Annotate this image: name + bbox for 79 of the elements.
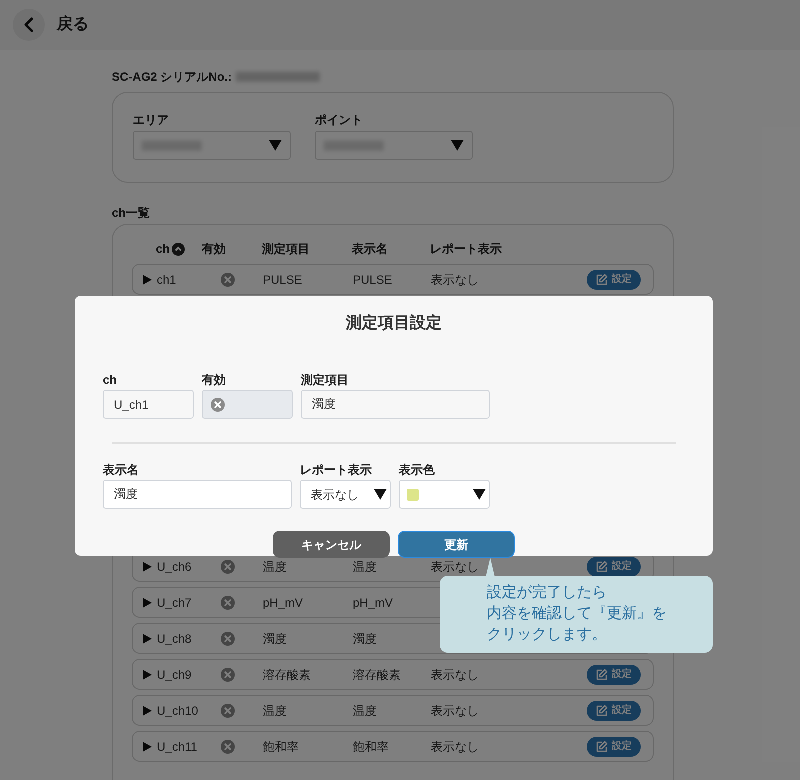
table-cell-text: ch1: [157, 272, 176, 288]
serial-label: SC-AG2 シリアルNo.:: [112, 69, 232, 86]
table-cell: pH_mV: [263, 596, 304, 610]
table-cell-text: U_ch11: [157, 738, 198, 756]
edit-icon: [596, 740, 608, 752]
field-label: 表示名: [103, 462, 140, 479]
channel-row[interactable]: U_ch9 溶存酸素 溶存酸素 表示なし 設定: [132, 659, 654, 690]
caret-icon: [451, 140, 464, 151]
table-cell: PULSE: [263, 272, 302, 286]
expand-arrow-icon[interactable]: [143, 562, 152, 572]
channel-row[interactable]: U_ch11 飽和率 飽和率 表示なし 設定: [132, 731, 654, 762]
filter-label: エリア: [133, 112, 170, 129]
settings-button[interactable]: 設定: [587, 270, 641, 290]
table-cell: 飽和率: [353, 740, 389, 754]
back-button[interactable]: [13, 9, 45, 41]
settings-button[interactable]: 設定: [587, 664, 641, 684]
column-header[interactable]: ch: [156, 240, 170, 258]
field-label: 有効: [202, 372, 227, 389]
column-header: 測定項目: [262, 242, 310, 256]
table-cell: 表示なし: [431, 740, 479, 754]
sort-up-icon[interactable]: [172, 242, 186, 256]
table-cell-text: U_ch7: [157, 594, 192, 612]
input-field[interactable]: 濁度: [103, 480, 292, 509]
caret-icon: [473, 489, 486, 500]
filter-label: ポイント: [315, 112, 364, 129]
table-cell: 溶存酸素: [263, 668, 311, 682]
table-cell: 濁度: [353, 632, 377, 646]
table-cell: pH_mV: [353, 596, 394, 610]
table-cell-text: U_ch10: [157, 702, 198, 720]
expand-arrow-icon[interactable]: [143, 670, 152, 680]
color-select[interactable]: [399, 480, 490, 509]
list-title: ch一覧: [112, 205, 152, 222]
table-cell: 温度: [263, 704, 287, 718]
edit-icon: [596, 704, 608, 716]
settings-button[interactable]: 設定: [587, 700, 641, 720]
settings-button[interactable]: 設定: [587, 556, 641, 576]
cancel-button[interactable]: キャンセル: [273, 531, 390, 558]
field-label: 表示色: [399, 462, 436, 479]
chevron-left-icon: [24, 17, 34, 33]
table-cell: 表示なし: [431, 272, 479, 286]
input-field[interactable]: U_ch1: [103, 390, 194, 419]
table-cell: 表示なし: [431, 704, 479, 718]
column-header: 有効: [202, 242, 226, 256]
table-cell: 温度: [353, 560, 377, 574]
table-cell-text: U_ch6: [157, 558, 192, 576]
channel-row[interactable]: ch1 PULSE PULSE 表示なし 設定: [132, 264, 654, 295]
update-button[interactable]: 更新: [398, 531, 515, 558]
expand-arrow-icon[interactable]: [143, 598, 152, 608]
column-header: 表示名: [352, 242, 388, 256]
edit-icon: [596, 560, 608, 572]
field-label: ch: [103, 372, 118, 389]
field-label: レポート表示: [300, 462, 373, 479]
back-label[interactable]: 戻る: [57, 13, 89, 37]
table-cell: 表示なし: [431, 560, 479, 574]
table-cell: 飽和率: [263, 740, 299, 754]
settings-button[interactable]: 設定: [587, 736, 641, 756]
table-cell: 温度: [263, 560, 287, 574]
input-field[interactable]: 濁度: [301, 390, 490, 419]
column-header: レポート表示: [430, 242, 502, 256]
callout-line: クリックします。: [487, 625, 608, 645]
table-cell: 温度: [353, 704, 377, 718]
edit-icon: [596, 668, 608, 680]
table-cell-text: U_ch9: [157, 666, 192, 684]
table-cell-text: U_ch8: [157, 630, 192, 648]
table-cell: PULSE: [353, 272, 392, 286]
expand-arrow-icon[interactable]: [143, 706, 152, 716]
table-cell: 表示なし: [431, 668, 479, 682]
edit-icon: [596, 274, 608, 286]
field-label: 測定項目: [301, 372, 350, 389]
caret-icon: [374, 489, 387, 500]
expand-arrow-icon[interactable]: [143, 742, 152, 752]
table-cell: 溶存酸素: [353, 668, 401, 682]
expand-arrow-icon[interactable]: [143, 274, 152, 284]
report-select[interactable]: 表示なし: [300, 480, 391, 509]
table-cell: 濁度: [263, 632, 287, 646]
channel-row[interactable]: U_ch10 温度 温度 表示なし 設定: [132, 695, 654, 726]
expand-arrow-icon[interactable]: [143, 634, 152, 644]
caret-icon: [269, 140, 282, 151]
dialog-title: 測定項目設定: [345, 313, 443, 334]
